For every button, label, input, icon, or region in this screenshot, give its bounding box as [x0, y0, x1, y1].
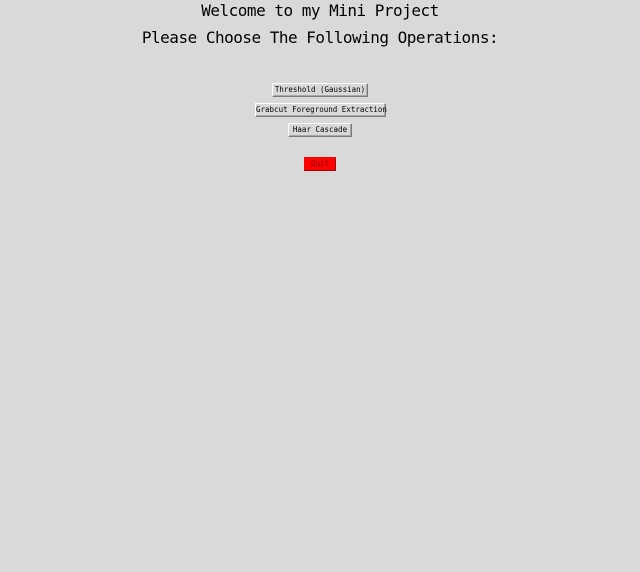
quit-button[interactable]: Quit — [304, 157, 336, 171]
haar-cascade-button[interactable]: Haar Cascade — [288, 123, 352, 137]
welcome-heading: Welcome to my Mini Project — [201, 1, 439, 20]
grabcut-foreground-extraction-button[interactable]: Grabcut Foreground Extraction — [255, 103, 387, 117]
instruction-heading: Please Choose The Following Operations: — [141, 28, 499, 47]
threshold-gaussian-button[interactable]: Threshold (Gaussian) — [272, 83, 368, 97]
